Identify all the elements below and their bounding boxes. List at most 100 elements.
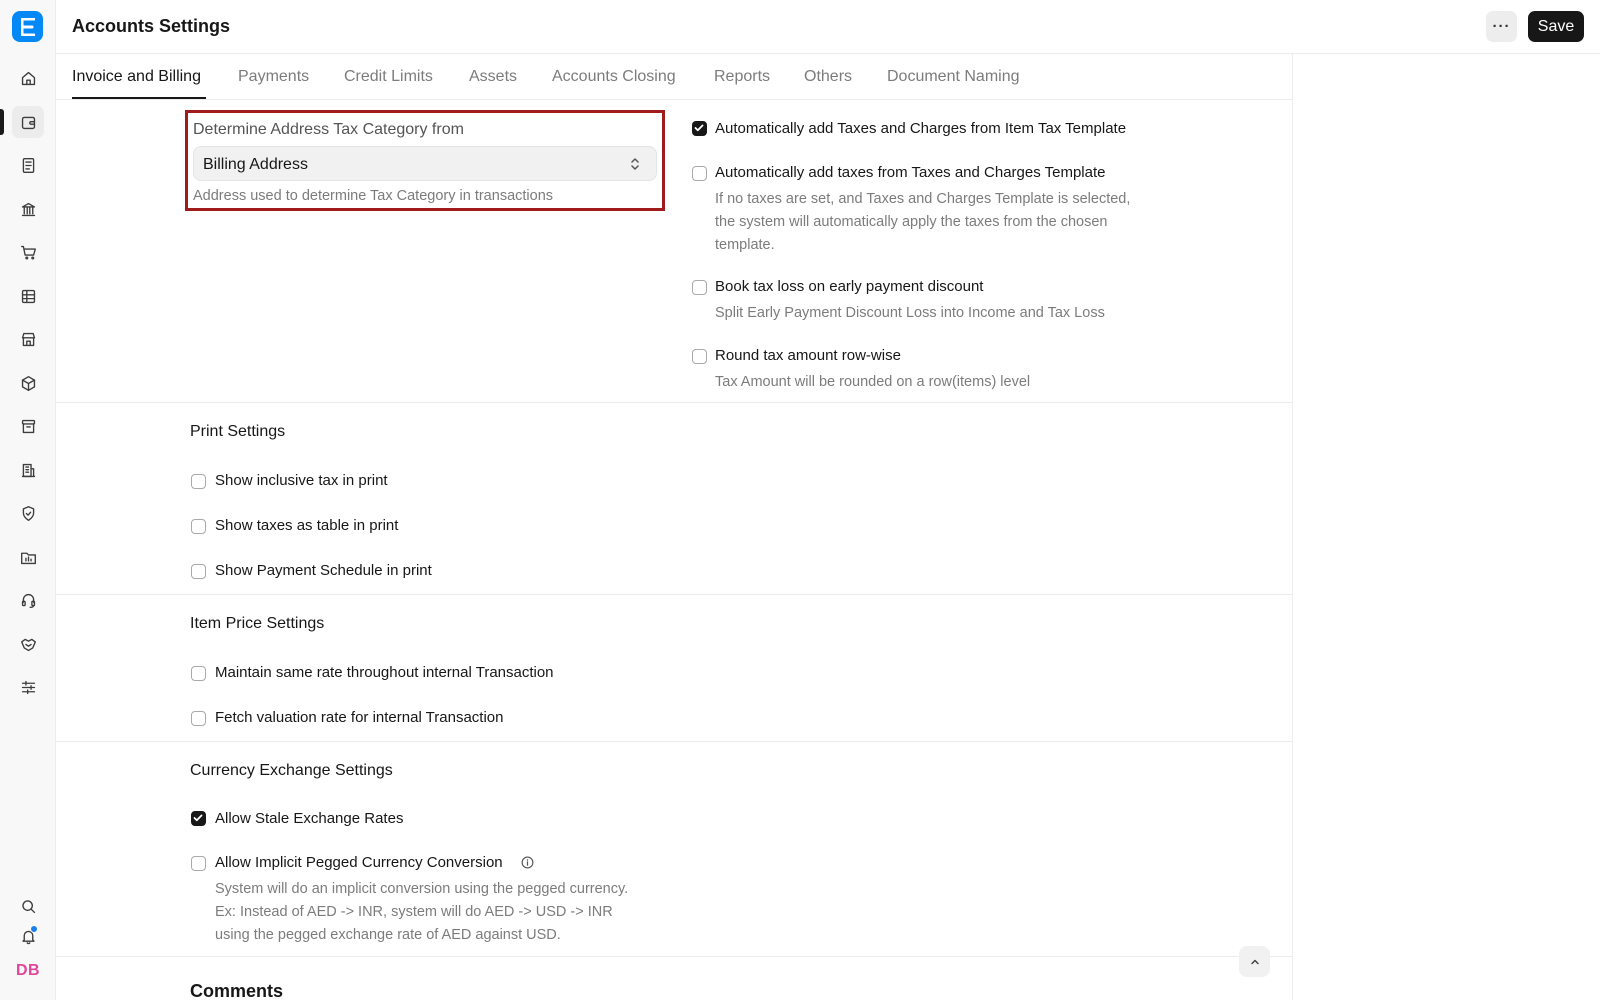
tax-category-select[interactable]: Billing Address (193, 146, 657, 181)
document-icon (22, 157, 34, 173)
sidebar-item-support[interactable] (12, 584, 44, 616)
comments-title: Comments (190, 981, 284, 1000)
item-price-settings-title: Item Price Settings (190, 615, 325, 632)
folder-chart-icon (20, 552, 36, 564)
store-icon (21, 332, 35, 346)
info-icon[interactable] (521, 856, 534, 869)
currency-exchange-settings-title: Currency Exchange Settings (190, 762, 393, 779)
headset-icon (21, 593, 35, 608)
round-tax-row-wise-label: Round tax amount row-wise (715, 347, 901, 364)
auto-add-template-taxes-label: Automatically add taxes from Taxes and C… (715, 164, 1106, 181)
tab-credit-limits[interactable]: Credit Limits (344, 68, 433, 86)
desc-line: If no taxes are set, and Taxes and Charg… (715, 191, 1131, 207)
show-inclusive-tax-label: Show inclusive tax in print (215, 472, 388, 489)
sidebar-item-buying[interactable] (12, 236, 44, 268)
sidebar-item-banking[interactable] (12, 193, 44, 225)
tab-document-naming[interactable]: Document Naming (887, 68, 1020, 86)
fetch-valuation-rate-label: Fetch valuation rate for internal Transa… (215, 709, 504, 726)
page-title: Accounts Settings (72, 16, 231, 36)
cart-icon (20, 245, 36, 260)
app-logo[interactable] (12, 11, 43, 42)
tab-accounts-closing[interactable]: Accounts Closing (552, 68, 676, 86)
logo-e-icon (20, 17, 35, 36)
sidebar-item-quality[interactable] (12, 497, 44, 529)
handshake-icon (20, 638, 36, 651)
section-divider (56, 741, 1293, 742)
shield-icon (22, 505, 34, 521)
print-settings-title: Print Settings (190, 423, 286, 440)
sidebar-item-settings[interactable] (12, 671, 44, 703)
page-header: Accounts Settings ··· Save (56, 0, 1600, 54)
sidebar-item-selling[interactable] (12, 323, 44, 355)
allow-stale-rates-label: Allow Stale Exchange Rates (215, 810, 404, 827)
tab-reports[interactable]: Reports (714, 68, 770, 86)
tab-bar: Invoice and Billing Payments Credit Limi… (56, 54, 1293, 100)
box-icon (21, 375, 35, 391)
main-content: Invoice and Billing Payments Credit Limi… (56, 54, 1293, 1000)
bank-icon (21, 202, 35, 216)
fetch-valuation-rate-checkbox[interactable] (191, 711, 206, 726)
sidebar: DB (0, 0, 56, 1000)
desc-line: using the pegged exchange rate of AED ag… (215, 927, 561, 943)
home-icon (21, 71, 35, 85)
tax-category-field: Determine Address Tax Category from Bill… (185, 110, 665, 211)
book-tax-loss-desc: Split Early Payment Discount Loss into I… (715, 305, 1105, 321)
sidebar-item-tables[interactable] (12, 280, 44, 312)
tab-invoice-and-billing[interactable]: Invoice and Billing (72, 68, 201, 86)
allow-stale-rates-checkbox[interactable] (191, 811, 206, 826)
sidebar-item-crm[interactable] (12, 628, 44, 660)
sliders-icon (21, 680, 35, 694)
sidebar-item-home[interactable] (12, 62, 44, 94)
tax-category-value: Billing Address (203, 156, 308, 173)
show-inclusive-tax-checkbox[interactable] (191, 474, 206, 489)
chevron-up-down-icon (631, 158, 639, 170)
sidebar-item-stock[interactable] (12, 367, 44, 399)
avatar[interactable]: DB (12, 955, 44, 987)
auto-add-template-taxes-desc: If no taxes are set, and Taxes and Charg… (715, 188, 1130, 257)
sidebar-item-accounting[interactable] (12, 106, 44, 138)
more-actions-button[interactable]: ··· (1486, 11, 1517, 42)
checkmark-icon (193, 814, 203, 822)
section-divider (56, 594, 1293, 595)
tab-assets[interactable]: Assets (469, 68, 517, 86)
sidebar-item-projects[interactable] (12, 541, 44, 573)
search-button[interactable] (12, 890, 44, 922)
sidebar-item-documents[interactable] (12, 149, 44, 181)
archive-icon (21, 419, 35, 433)
implicit-pegged-conversion-label: Allow Implicit Pegged Currency Conversio… (215, 854, 503, 871)
sidebar-item-archive[interactable] (12, 410, 44, 442)
scroll-to-top-button[interactable] (1239, 946, 1270, 977)
sidebar-item-assets[interactable] (12, 454, 44, 486)
show-taxes-as-table-label: Show taxes as table in print (215, 517, 399, 534)
section-divider (56, 402, 1293, 403)
round-tax-row-wise-checkbox[interactable] (692, 349, 707, 364)
checkmark-icon (694, 124, 704, 132)
save-button[interactable]: Save (1528, 11, 1584, 42)
tab-others[interactable]: Others (804, 68, 852, 86)
auto-add-template-taxes-checkbox[interactable] (692, 166, 707, 181)
desc-line: the system will automatically apply the … (715, 214, 1108, 230)
implicit-pegged-conversion-checkbox[interactable] (191, 856, 206, 871)
desc-line: System will do an implicit conversion us… (215, 881, 629, 897)
search-icon (21, 899, 35, 913)
implicit-pegged-conversion-desc: System will do an implicit conversion us… (215, 878, 628, 947)
maintain-same-rate-checkbox[interactable] (191, 666, 206, 681)
auto-add-item-tax-checkbox[interactable] (692, 121, 707, 136)
chevron-up-icon (1250, 959, 1259, 964)
book-tax-loss-checkbox[interactable] (692, 280, 707, 295)
desc-line: template. (715, 237, 775, 253)
section-divider (56, 956, 1293, 957)
tab-payments[interactable]: Payments (238, 68, 309, 86)
auto-add-item-tax-label: Automatically add Taxes and Charges from… (715, 120, 1127, 137)
round-tax-row-wise-desc: Tax Amount will be rounded on a row(item… (715, 374, 1031, 390)
wallet-icon (21, 116, 35, 129)
tax-category-label: Determine Address Tax Category from (193, 121, 464, 138)
show-taxes-as-table-checkbox[interactable] (191, 519, 206, 534)
show-payment-schedule-label: Show Payment Schedule in print (215, 562, 432, 579)
active-tab-indicator (72, 97, 206, 99)
table-icon (21, 289, 35, 303)
show-payment-schedule-checkbox[interactable] (191, 564, 206, 579)
tax-category-help: Address used to determine Tax Category i… (193, 188, 554, 204)
building-icon (21, 463, 35, 477)
notifications-button[interactable] (12, 920, 44, 952)
